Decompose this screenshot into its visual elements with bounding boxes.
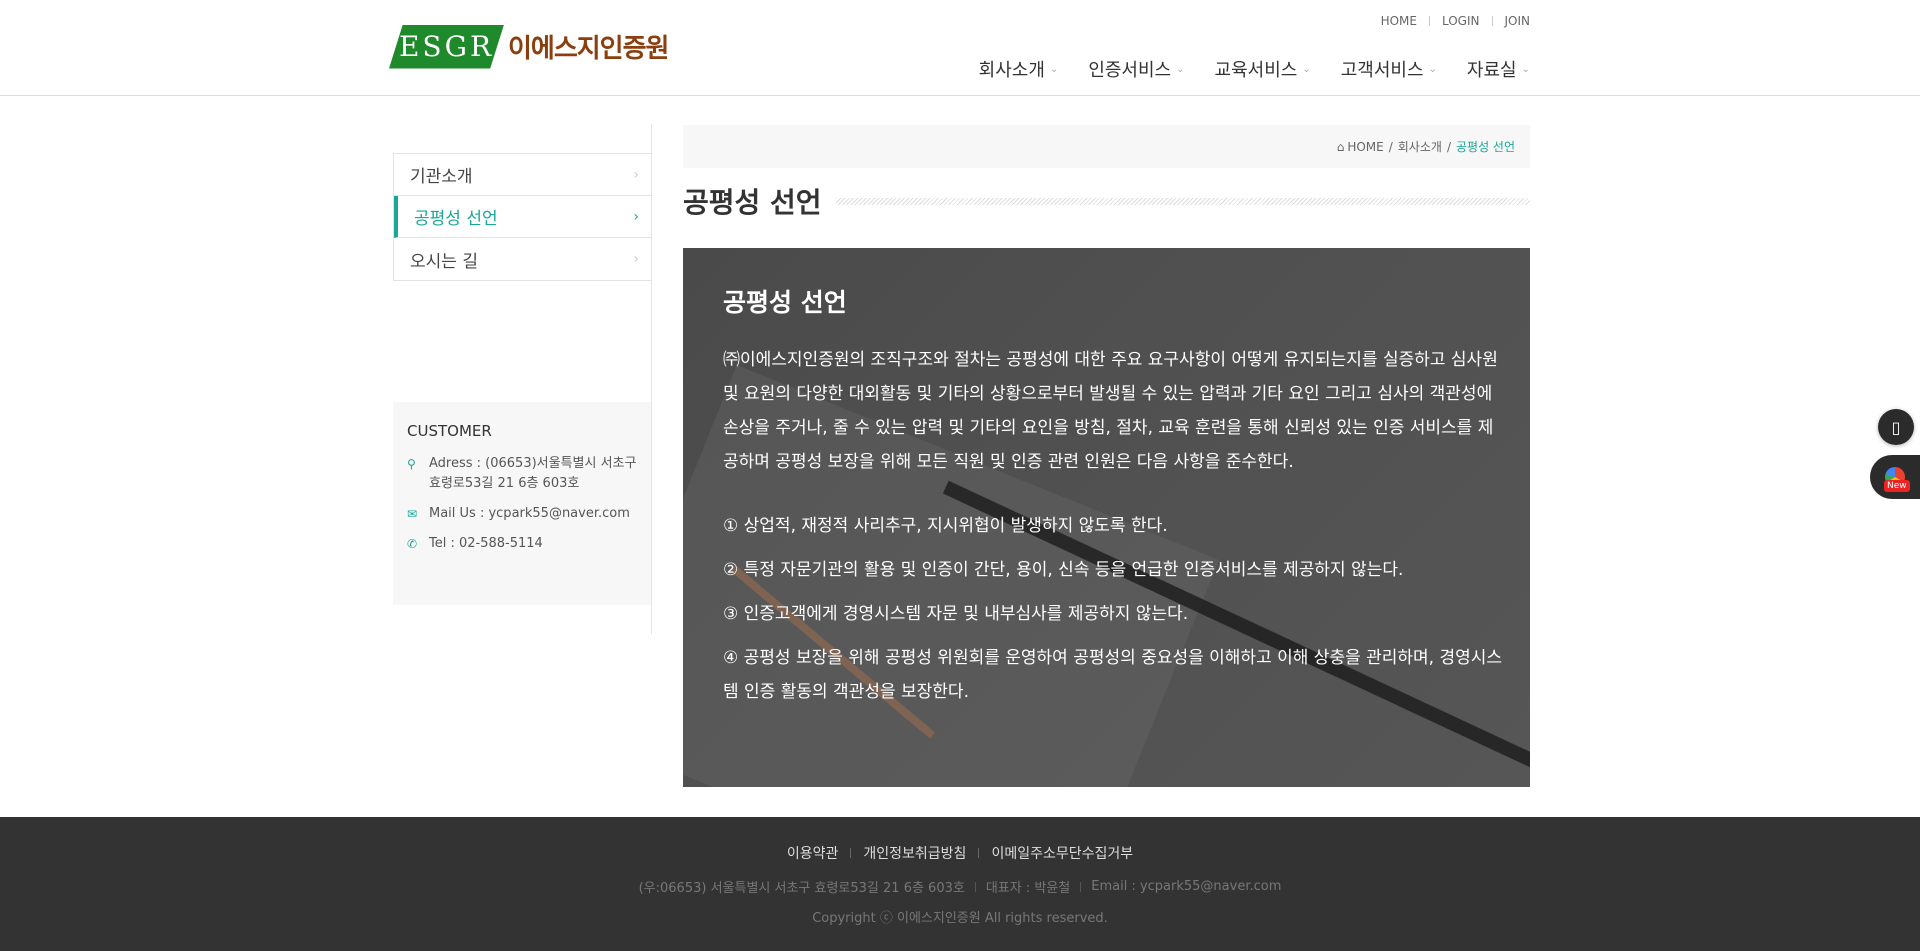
customer-tel: ✆ Tel : 02-588-5114 <box>407 534 637 554</box>
breadcrumb-current: 공평성 선언 <box>1455 140 1515 154</box>
envelope-icon: ✉ <box>407 507 418 521</box>
chevron-down-icon: ⌄ <box>1049 63 1059 75</box>
chevron-down-icon: ⌄ <box>1176 63 1185 75</box>
content-title: 공평성 선언 <box>723 288 847 317</box>
page-title-bar: 공평성 선언 <box>683 180 1530 222</box>
footer-copyright: Copyright ⓒ 이에스지인증원 All rights reserved. <box>812 911 1108 926</box>
new-badge: New <box>1884 480 1910 492</box>
site-header: ESGR 이에스지인증원 HOME LOGIN JOIN 회사소개 ⌄ 인증서비스… <box>0 0 1920 96</box>
chevron-down-icon: ⌄ <box>1428 63 1437 75</box>
breadcrumb: ⌂ HOME / 회사소개 / 공평성 선언 <box>683 125 1530 168</box>
sidebar-item-label: 오시는 길 <box>410 251 478 272</box>
footer-address: (우:06653) 서울특별시 서초구 효령로53길 21 6층 603호 <box>638 881 965 896</box>
customer-box: CUSTOMER ⚲ Adress : (06653)서울특별시 서초구 효령로… <box>393 402 651 605</box>
nav-customer[interactable]: 고객서비스 ⌄ <box>1341 56 1437 82</box>
top-links: HOME LOGIN JOIN <box>1381 14 1530 28</box>
logo-badge: ESGR <box>389 24 504 69</box>
main-nav: 회사소개 ⌄ 인증서비스 ⌄ 교육서비스 ⌄ 고객서비스 ⌄ 자료실 ⌄ <box>949 56 1530 82</box>
footer-email: Email : ycpark55@naver.com <box>1091 879 1282 894</box>
sidebar-menu: 기관소개 › 공평성 선언 › 오시는 길 › <box>393 153 652 281</box>
sidebar-item-about[interactable]: 기관소개 › <box>394 154 651 196</box>
book-icon-button[interactable]: ▯ <box>1878 409 1914 445</box>
sidebar-item-label: 기관소개 <box>410 167 473 187</box>
chevron-down-icon: ⌄ <box>1302 63 1311 75</box>
sidebar-item-label: 공평성 선언 <box>414 209 498 229</box>
content-body: 공평성 선언 ㈜이에스지인증원의 조직구조와 절차는 공평성에 대한 주요 요구… <box>723 283 1503 719</box>
map-marker-icon: ⚲ <box>407 457 416 471</box>
logo-name: 이에스지인증원 <box>508 34 669 64</box>
list-item: ② 특정 자문기관의 활용 및 인증이 간단, 용이, 신속 등을 언급한 인증… <box>723 560 1404 580</box>
book-icon: ▯ <box>1891 417 1901 437</box>
list-item: ④ 공평성 보장을 위해 공평성 위원회를 운영하여 공평성의 중요성을 이해하… <box>723 648 1503 702</box>
chevron-right-icon: › <box>633 209 639 225</box>
nav-certification[interactable]: 인증서비스 ⌄ <box>1088 56 1184 82</box>
terms-link[interactable]: 이용약관 <box>787 843 839 863</box>
sidebar-item-directions[interactable]: 오시는 길 › <box>394 238 651 280</box>
new-widget-button[interactable]: New <box>1870 455 1920 499</box>
logo-mark: ESGR <box>398 30 495 63</box>
site-footer: 이용약관 개인정보취급방침 이메일주소무단수집거부 (우:06653) 서울특별… <box>0 817 1920 951</box>
site-logo[interactable]: ESGR 이에스지인증원 <box>389 24 669 69</box>
home-icon: ⌂ <box>1336 139 1345 154</box>
customer-title: CUSTOMER <box>407 422 492 440</box>
login-link[interactable]: LOGIN <box>1442 14 1480 28</box>
join-link[interactable]: JOIN <box>1505 14 1531 28</box>
footer-ceo: 대표자 : 박윤철 <box>985 881 1071 896</box>
breadcrumb-home[interactable]: HOME <box>1347 140 1383 154</box>
privacy-link[interactable]: 개인정보취급방침 <box>863 843 966 863</box>
title-divider <box>835 197 1530 205</box>
chevron-right-icon: › <box>633 167 639 183</box>
footer-info: (우:06653) 서울특별시 서초구 효령로53길 21 6층 603호 대표… <box>0 877 1920 896</box>
chevron-right-icon: › <box>633 251 639 267</box>
footer-links: 이용약관 개인정보취급방침 이메일주소무단수집거부 <box>0 843 1920 863</box>
chevron-down-icon: ⌄ <box>1521 63 1530 75</box>
list-item: ③ 인증고객에게 경영시스템 자문 및 내부심사를 제공하지 않는다. <box>723 604 1189 624</box>
page-title: 공평성 선언 <box>683 186 822 219</box>
phone-icon: ✆ <box>407 537 418 551</box>
home-link[interactable]: HOME <box>1381 14 1417 28</box>
content-intro: ㈜이에스지인증원의 조직구조와 절차는 공평성에 대한 주요 요구사항이 어떻게… <box>723 350 1498 472</box>
nav-company[interactable]: 회사소개 ⌄ <box>979 56 1059 82</box>
sidebar-item-impartiality[interactable]: 공평성 선언 › <box>394 196 651 238</box>
nav-resources[interactable]: 자료실 ⌄ <box>1467 56 1530 82</box>
customer-address: ⚲ Adress : (06653)서울특별시 서초구 효령로53길 21 6층… <box>407 454 637 494</box>
nav-education[interactable]: 교육서비스 ⌄ <box>1215 56 1311 82</box>
list-item: ① 상업적, 재정적 사리추구, 지시위협이 발생하지 않도록 한다. <box>723 516 1168 536</box>
email-refusal-link[interactable]: 이메일주소무단수집거부 <box>991 843 1133 863</box>
breadcrumb-parent[interactable]: 회사소개 <box>1398 138 1442 155</box>
content-box: 공평성 선언 ㈜이에스지인증원의 조직구조와 절차는 공평성에 대한 주요 요구… <box>683 248 1530 787</box>
customer-mail: ✉ Mail Us : ycpark55@naver.com <box>407 504 637 524</box>
